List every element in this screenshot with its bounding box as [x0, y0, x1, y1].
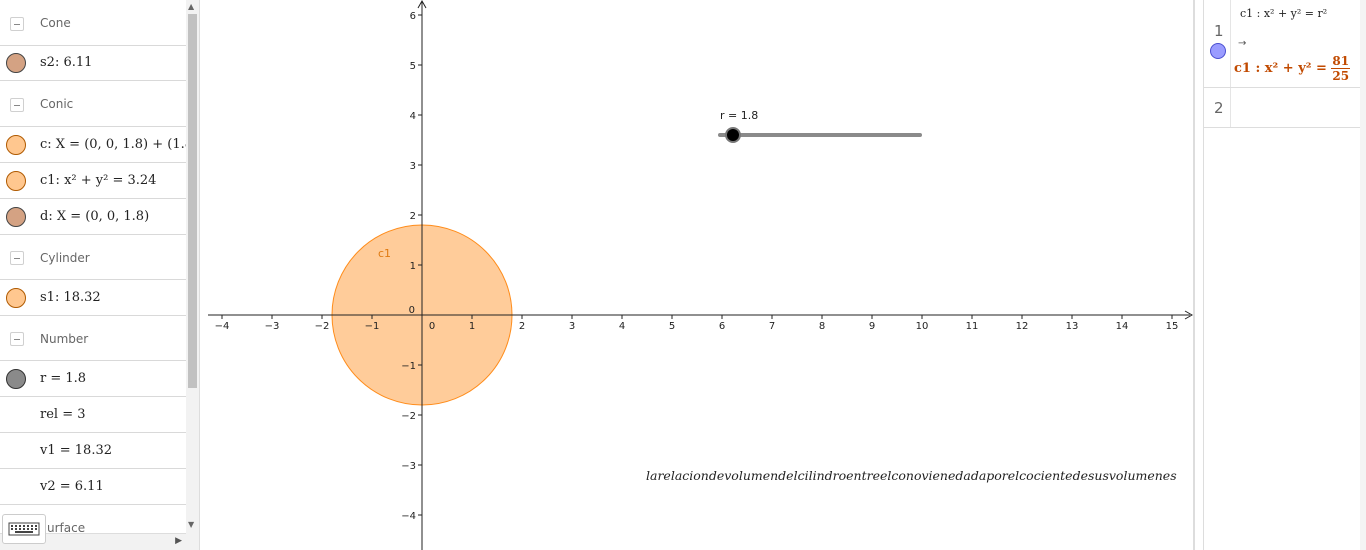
x-tick-label: 0 [429, 321, 435, 332]
algebra-item-text: v1 = 18.32 [40, 443, 112, 458]
algebra-item-r[interactable]: r = 1.8 [0, 361, 186, 397]
keyboard-button[interactable] [2, 514, 46, 544]
y-tick-label: −4 [401, 511, 416, 522]
scroll-down-icon[interactable]: ▼ [188, 520, 194, 529]
x-tick-label: 3 [569, 321, 575, 332]
x-tick-label: 15 [1166, 321, 1179, 332]
text-relation: larelaciondevolumendelcilindroentreelcon… [646, 468, 1177, 483]
keyboard-icon [8, 522, 40, 536]
algebra-item-v2[interactable]: v2 = 6.11 [0, 469, 186, 505]
cas-row-number: 2 [1214, 99, 1224, 117]
arrow-icon: → [1238, 38, 1247, 49]
coordinate-plane[interactable]: c1 −4 −3 −2 −1 0 1 2 3 4 5 6 7 8 9 10 11 12 13 14 15 −4−3−2… [200, 0, 1195, 550]
algebra-item-text: v2 = 6.11 [40, 479, 104, 494]
x-tick-label: 10 [916, 321, 929, 332]
y-tick-label: 4 [410, 111, 416, 122]
y-tick-label: 6 [410, 11, 416, 22]
group-header-cylinder[interactable]: Cylinder [0, 235, 186, 280]
slider-r[interactable]: r = 1.8 [718, 109, 922, 143]
x-tick-label: 4 [619, 321, 625, 332]
cas-row-number: 1 [1214, 22, 1224, 40]
x-tick-label: −3 [265, 321, 280, 332]
slider-label: r = 1.8 [720, 109, 758, 122]
collapse-toggle-icon[interactable] [10, 17, 24, 31]
fraction: 81 25 [1331, 54, 1351, 83]
visibility-toggle-icon[interactable] [6, 207, 26, 227]
x-tick-label: −1 [365, 321, 380, 332]
x-tick-label: 9 [869, 321, 875, 332]
y-tick-label: −3 [401, 461, 416, 472]
x-tick-label: 7 [769, 321, 775, 332]
visibility-toggle-icon[interactable] [6, 369, 26, 389]
y-tick-label: 3 [410, 161, 416, 172]
origin-label: 0 [409, 305, 415, 316]
cas-view: 1 c1 : x² + y² = r² → c1 : x² + y² = 81 … [1203, 0, 1360, 550]
algebra-item-text: c: X = (0, 0, 1.8) + (1.8 [40, 137, 186, 152]
cas-row-2[interactable]: 2 [1204, 88, 1360, 128]
y-tick-label: −1 [401, 361, 416, 372]
algebra-item-c[interactable]: c: X = (0, 0, 1.8) + (1.8 [0, 127, 186, 163]
cas-output: c1 : x² + y² = 81 25 [1234, 54, 1351, 83]
slider-handle[interactable] [725, 127, 741, 143]
group-header-number[interactable]: Number [0, 316, 186, 361]
right-panel-edge [1360, 0, 1366, 550]
algebra-item-text: c1: x² + y² = 3.24 [40, 173, 157, 188]
y-tick-label: 1 [410, 261, 416, 272]
algebra-item-text: s2: 6.11 [40, 55, 93, 70]
collapse-toggle-icon[interactable] [10, 332, 24, 346]
y-tick-label: 5 [410, 61, 416, 72]
y-tick-label: −2 [401, 411, 416, 422]
algebra-item-d[interactable]: d: X = (0, 0, 1.8) [0, 199, 186, 235]
collapse-toggle-icon[interactable] [10, 251, 24, 265]
cas-row-1[interactable]: 1 c1 : x² + y² = r² → c1 : x² + y² = 81 … [1204, 0, 1360, 88]
x-tick-label: 13 [1066, 321, 1079, 332]
visibility-toggle-icon[interactable] [6, 53, 26, 73]
vertical-scrollbar[interactable]: ▲ ▼ [186, 0, 200, 550]
visibility-toggle-icon[interactable] [6, 288, 26, 308]
collapse-toggle-icon[interactable] [10, 98, 24, 112]
x-tick-label: 2 [519, 321, 525, 332]
x-tick-label: 6 [719, 321, 725, 332]
cas-input[interactable]: c1 : x² + y² = r² [1240, 7, 1327, 20]
visibility-toggle-icon[interactable] [6, 171, 26, 191]
group-label: Cylinder [40, 251, 90, 265]
visibility-toggle-icon[interactable] [1210, 43, 1226, 59]
fraction-denominator: 25 [1332, 69, 1350, 83]
x-tick-label: 5 [669, 321, 675, 332]
scroll-right-icon[interactable]: ▶ [175, 536, 182, 546]
group-label: Number [40, 332, 89, 346]
y-tick-label: 2 [410, 211, 416, 222]
x-tick-label: 8 [819, 321, 825, 332]
group-label: Cone [40, 16, 71, 30]
x-tick-label: 11 [966, 321, 979, 332]
x-tick-label: 14 [1116, 321, 1129, 332]
graphics-view[interactable]: c1 −4 −3 −2 −1 0 1 2 3 4 5 6 7 8 9 10 11 12 13 14 15 −4 −3 −2… [200, 0, 1195, 550]
visibility-toggle-icon[interactable] [6, 135, 26, 155]
x-tick-label: 12 [1016, 321, 1029, 332]
x-tick-label: −2 [315, 321, 330, 332]
group-header-cone[interactable]: Cone [0, 0, 186, 46]
group-header-conic[interactable]: Conic [0, 81, 186, 127]
algebra-item-text: r = 1.8 [40, 371, 87, 386]
algebra-item-text: rel = 3 [40, 407, 86, 422]
algebra-item-rel[interactable]: rel = 3 [0, 397, 186, 433]
algebra-item-s2[interactable]: s2: 6.11 [0, 46, 186, 81]
x-tick-label: −4 [215, 321, 230, 332]
algebra-item-v1[interactable]: v1 = 18.32 [0, 433, 186, 469]
circle-label: c1 [378, 247, 391, 260]
algebra-item-text: s1: 18.32 [40, 290, 101, 305]
algebra-view: Cone s2: 6.11 Conic c: X = (0, 0, 1.8) +… [0, 0, 186, 550]
scrollbar-thumb[interactable] [188, 14, 197, 388]
scroll-up-icon[interactable]: ▲ [188, 2, 194, 11]
algebra-item-text: d: X = (0, 0, 1.8) [40, 209, 150, 224]
group-label: Conic [40, 97, 74, 111]
x-tick-label: 1 [469, 321, 475, 332]
algebra-item-c1[interactable]: c1: x² + y² = 3.24 [0, 163, 186, 199]
fraction-numerator: 81 [1331, 54, 1351, 69]
algebra-item-s1[interactable]: s1: 18.32 [0, 280, 186, 316]
cas-output-lhs: c1 : x² + y² = [1234, 61, 1327, 76]
